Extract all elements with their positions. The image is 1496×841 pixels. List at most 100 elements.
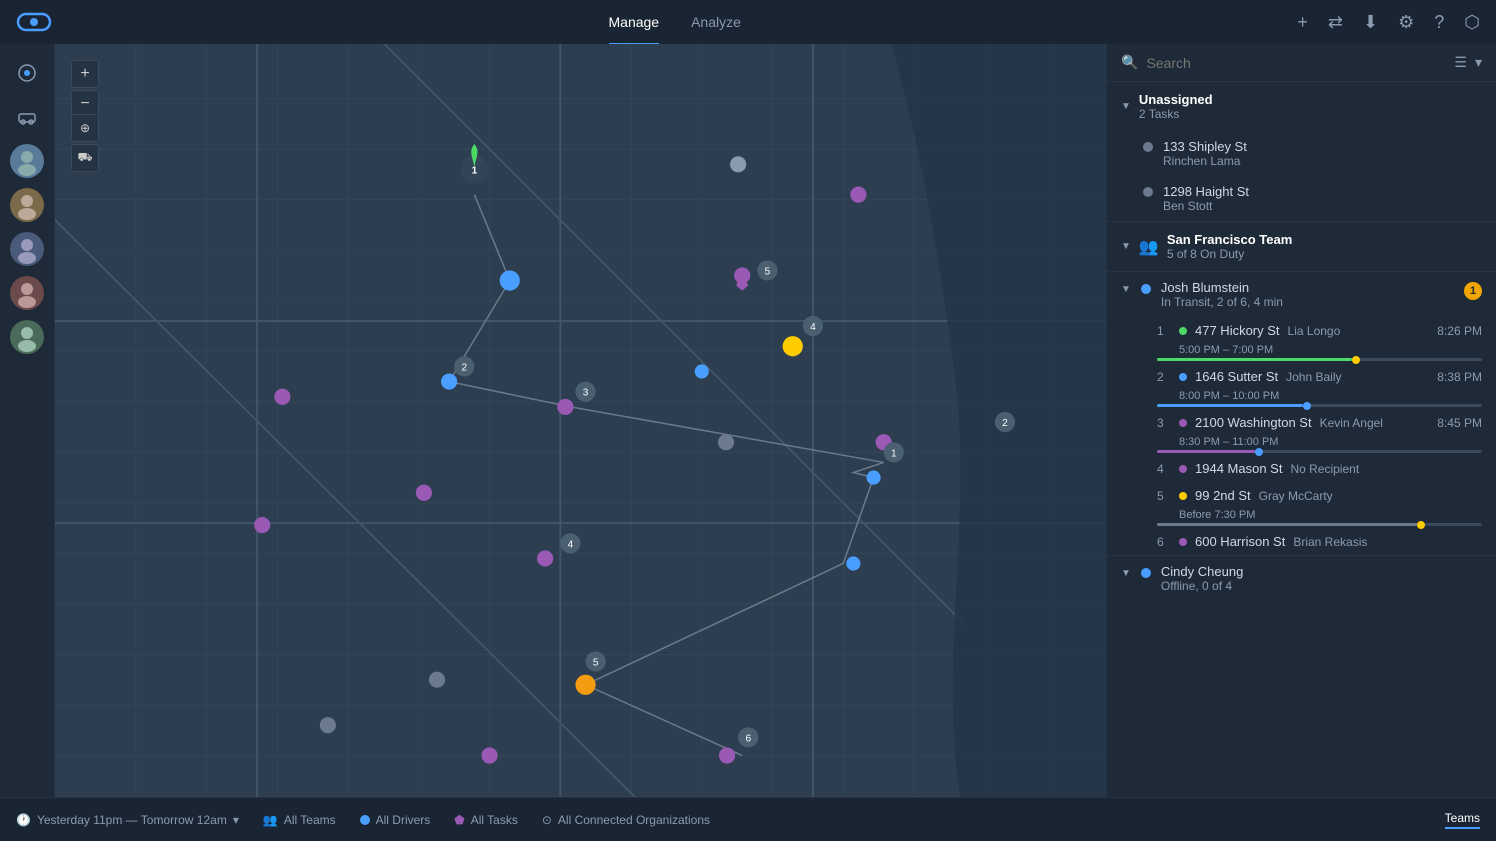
svg-text:4: 4: [568, 539, 574, 550]
nav-manage[interactable]: Manage: [609, 10, 660, 34]
svg-text:1: 1: [891, 448, 897, 459]
list-view-button[interactable]: ☰: [1454, 54, 1467, 71]
map-controls: + −: [71, 60, 99, 118]
route-num-1: 1: [1157, 324, 1171, 338]
avatar-2[interactable]: [10, 188, 44, 222]
avatar-3[interactable]: [10, 232, 44, 266]
task-dot-1: [1143, 142, 1153, 152]
unassigned-task-1[interactable]: 133 Shipley St Rinchen Lama: [1107, 131, 1496, 176]
vehicle-icon[interactable]: [10, 100, 44, 134]
route-address-2: 1646 Sutter St: [1195, 369, 1278, 384]
route-dot-3: [1179, 419, 1187, 427]
task-address-1: 133 Shipley St: [1163, 139, 1482, 154]
help-icon[interactable]: ?: [1434, 12, 1444, 33]
driver-cindy-chevron: ▼: [1121, 568, 1131, 579]
route-time-2: 8:38 PM: [1437, 370, 1482, 384]
driver-cindy[interactable]: ▼ Cindy Cheung Offline, 0 of 4: [1107, 555, 1496, 601]
route-time-1: 8:26 PM: [1437, 324, 1482, 338]
svg-text:2: 2: [461, 362, 467, 373]
expand-button[interactable]: ▾: [1475, 54, 1482, 71]
driver-josh-dot: [1141, 284, 1151, 294]
route-person-6: Brian Rekasis: [1293, 535, 1367, 549]
team-subtitle: 5 of 8 On Duty: [1167, 247, 1292, 261]
tasks-label: All Tasks: [471, 813, 518, 827]
driver-cindy-status: Offline, 0 of 4: [1161, 579, 1482, 593]
route-task-2[interactable]: 2 1646 Sutter St John Baily 8:38 PM: [1107, 363, 1496, 390]
unassigned-title: Unassigned: [1139, 92, 1213, 107]
route-dot-4: [1179, 465, 1187, 473]
task-address-2: 1298 Haight St: [1163, 184, 1482, 199]
driver-cindy-dot: [1141, 568, 1151, 578]
team-section-header[interactable]: ▼ 👥 San Francisco Team 5 of 8 On Duty: [1107, 221, 1496, 271]
import-icon[interactable]: ⇄: [1328, 12, 1343, 33]
route-address-4: 1944 Mason St: [1195, 461, 1282, 476]
unassigned-chevron: ▼: [1121, 101, 1131, 112]
orgs-selector[interactable]: ⊙ All Connected Organizations: [542, 813, 710, 827]
route-task-6[interactable]: 6 600 Harrison St Brian Rekasis: [1107, 528, 1496, 555]
time-range-selector[interactable]: 🕐 Yesterday 11pm — Tomorrow 12am ▾: [16, 813, 239, 827]
svg-text:5: 5: [765, 266, 771, 277]
zoom-in-button[interactable]: +: [71, 60, 99, 88]
compass-button[interactable]: ⊕: [71, 114, 99, 142]
left-sidebar: [0, 44, 55, 797]
avatar-5[interactable]: [10, 320, 44, 354]
orgs-icon: ⊙: [542, 813, 552, 827]
time-chevron: ▾: [233, 813, 239, 827]
team-header-text: San Francisco Team 5 of 8 On Duty: [1167, 232, 1292, 261]
locate-button[interactable]: ⛟: [71, 144, 99, 172]
route-task-4[interactable]: 4 1944 Mason St No Recipient: [1107, 455, 1496, 482]
route-num-6: 6: [1157, 535, 1171, 549]
driver-cindy-info: Cindy Cheung Offline, 0 of 4: [1161, 564, 1482, 593]
task-info-1: 133 Shipley St Rinchen Lama: [1163, 139, 1482, 168]
add-button[interactable]: +: [1297, 12, 1308, 33]
download-icon[interactable]: ⬇: [1363, 12, 1378, 33]
driver-josh-name: Josh Blumstein: [1161, 280, 1454, 295]
time-range-label: Yesterday 11pm — Tomorrow 12am: [37, 813, 227, 827]
drivers-selector[interactable]: All Drivers: [360, 813, 431, 827]
team-icon: 👥: [1139, 237, 1159, 257]
driver-josh-status: In Transit, 2 of 6, 4 min: [1161, 295, 1454, 309]
svg-text:3: 3: [583, 388, 589, 399]
top-navigation: Manage Analyze + ⇄ ⬇ ⚙ ? ⬡: [0, 0, 1496, 44]
avatar-1[interactable]: [10, 144, 44, 178]
teams-icon: 👥: [263, 813, 278, 827]
route-task-5[interactable]: 5 99 2nd St Gray McCarty: [1107, 482, 1496, 509]
team-chevron: ▼: [1121, 241, 1131, 252]
avatar-4[interactable]: [10, 276, 44, 310]
main-area: 1: [0, 44, 1496, 797]
route-address-6: 600 Harrison St: [1195, 534, 1285, 549]
route-dot-2: [1179, 373, 1187, 381]
unassigned-task-2[interactable]: 1298 Haight St Ben Stott: [1107, 176, 1496, 221]
teams-tab-label: Teams: [1445, 811, 1480, 825]
unassigned-section-header[interactable]: ▼ Unassigned 2 Tasks: [1107, 82, 1496, 131]
route-bar-2: [1157, 404, 1482, 407]
settings-icon[interactable]: ⚙: [1398, 12, 1414, 33]
route-dot-1: [1179, 327, 1187, 335]
task-name-1: Rinchen Lama: [1163, 154, 1482, 168]
route-task-1[interactable]: 1 477 Hickory St Lia Longo 8:26 PM: [1107, 317, 1496, 344]
app-logo[interactable]: [16, 10, 52, 34]
tasks-selector[interactable]: ⬟ All Tasks: [454, 813, 518, 827]
map-container[interactable]: 1: [55, 44, 1106, 797]
route-bar-1: [1157, 358, 1482, 361]
teams-tab[interactable]: Teams: [1445, 811, 1480, 829]
route-window-3: 8:30 PM – 11:00 PM: [1107, 436, 1496, 448]
route-person-1: Lia Longo: [1288, 324, 1341, 338]
teams-selector[interactable]: 👥 All Teams: [263, 813, 336, 827]
route-address-3: 2100 Washington St: [1195, 415, 1312, 430]
route-time-3: 8:45 PM: [1437, 416, 1482, 430]
route-window-2: 8:00 PM – 10:00 PM: [1107, 390, 1496, 402]
route-address-5: 99 2nd St: [1195, 488, 1251, 503]
search-input[interactable]: [1146, 55, 1446, 71]
signout-icon[interactable]: ⬡: [1464, 12, 1480, 33]
route-address-1: 477 Hickory St: [1195, 323, 1280, 338]
route-task-3[interactable]: 3 2100 Washington St Kevin Angel 8:45 PM: [1107, 409, 1496, 436]
svg-text:2: 2: [1002, 418, 1008, 429]
location-icon[interactable]: [10, 56, 44, 90]
nav-analyze[interactable]: Analyze: [691, 10, 741, 34]
right-panel: 🔍 ☰ ▾ ▼ Unassigned 2 Tasks 133 Shipley S…: [1106, 44, 1496, 797]
unassigned-subtitle: 2 Tasks: [1139, 107, 1213, 121]
route-person-3: Kevin Angel: [1320, 416, 1383, 430]
task-dot-2: [1143, 187, 1153, 197]
driver-josh[interactable]: ▼ Josh Blumstein In Transit, 2 of 6, 4 m…: [1107, 271, 1496, 317]
